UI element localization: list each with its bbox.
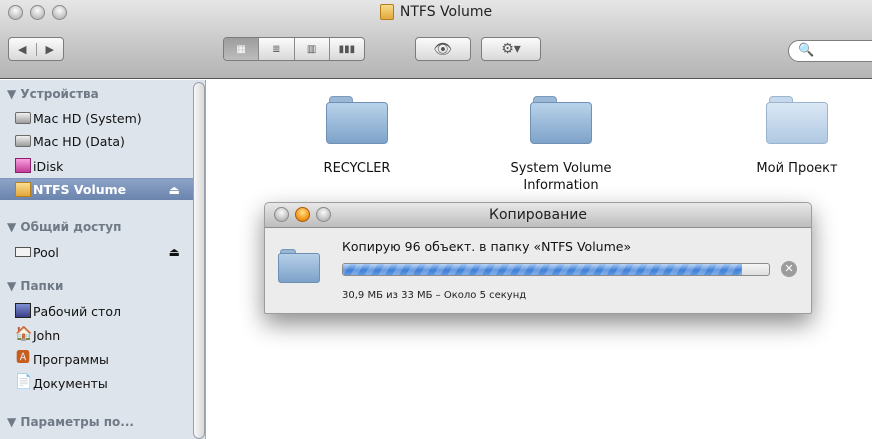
copy-message: Копирую 96 объект. в папку «NTFS Volume» xyxy=(342,239,632,254)
applications-icon: 🅰 xyxy=(16,350,30,366)
desktop-icon xyxy=(15,303,31,318)
sidebar-item-label: Mac HD (System) xyxy=(33,110,142,126)
sidebar-item-applications[interactable]: 🅰 Программы xyxy=(0,348,194,370)
eye-icon: 👁 xyxy=(433,40,453,58)
sidebar-item-label: Программы xyxy=(33,351,109,367)
copy-progress-bar xyxy=(342,263,770,276)
sidebar-section-devices[interactable]: ▼ Устройства xyxy=(7,87,99,101)
folder-icon xyxy=(766,96,828,144)
documents-icon: 📄 xyxy=(15,374,33,390)
folder-item-moi-proekt[interactable]: Мой Проект xyxy=(722,96,872,177)
folder-name: RECYCLER xyxy=(323,161,391,176)
copy-window-titlebar: Копирование xyxy=(265,203,811,228)
sidebar-section-search-for[interactable]: ▼ Параметры по... xyxy=(7,415,134,429)
hard-drive-icon xyxy=(15,135,31,147)
view-mode-buttons: ▦ ≣ ▥ ▮▮▮ xyxy=(223,37,365,61)
search-field[interactable]: 🔍 xyxy=(788,40,872,62)
hard-drive-icon xyxy=(15,112,31,124)
sidebar-item-label: John xyxy=(33,327,61,343)
sidebar-item-pool[interactable]: Pool ⏏ xyxy=(0,241,194,263)
sidebar-item-john[interactable]: 🏠 John xyxy=(0,324,194,346)
coverflow-view-button[interactable]: ▮▮▮ xyxy=(328,38,364,60)
quicklook-button[interactable]: 👁 xyxy=(415,37,471,61)
cancel-copy-button[interactable]: ✕ xyxy=(781,261,797,277)
minimize-window-button[interactable] xyxy=(295,207,310,222)
forward-button[interactable]: ▶ xyxy=(35,42,64,56)
ntfs-drive-icon xyxy=(15,182,31,197)
sidebar-item-mac-hd-data[interactable]: Mac HD (Data) xyxy=(0,130,194,152)
back-forward-buttons: ◀ ▶ xyxy=(8,37,64,61)
search-icon: 🔍 xyxy=(798,43,815,58)
idisk-icon xyxy=(15,158,31,173)
window-title-text: NTFS Volume xyxy=(399,4,493,20)
folder-icon xyxy=(326,96,388,144)
sidebar-item-label: Рабочий стол xyxy=(33,303,121,319)
copy-window-controls xyxy=(274,207,331,222)
ntfs-drive-icon xyxy=(379,4,394,20)
copy-progress-window: Копирование Копирую 96 объект. в папку «… xyxy=(264,202,812,314)
sidebar-item-desktop[interactable]: Рабочий стол xyxy=(0,300,194,322)
sidebar-item-idisk[interactable]: iDisk xyxy=(0,155,194,177)
sidebar-item-label: Pool xyxy=(33,244,59,260)
folder-name: Мой Проект xyxy=(756,161,838,176)
eject-icon[interactable]: ⏏ xyxy=(169,245,180,259)
toolbar: ◀ ▶ ▦ ≣ ▥ ▮▮▮ 👁 ⚙▾ 🔍 xyxy=(0,37,872,67)
sidebar-item-ntfs-volume[interactable]: NTFS Volume ⏏ xyxy=(0,178,194,200)
close-window-button[interactable] xyxy=(274,207,289,222)
icon-view-button[interactable]: ▦ xyxy=(224,38,259,60)
gear-icon: ⚙▾ xyxy=(501,41,521,57)
action-menu-button[interactable]: ⚙▾ xyxy=(481,37,541,61)
copy-progress-fill xyxy=(343,264,742,275)
sidebar-item-documents[interactable]: 📄 Документы xyxy=(0,372,194,394)
list-view-button[interactable]: ≣ xyxy=(258,38,293,60)
folder-icon xyxy=(530,96,592,144)
home-icon: 🏠 xyxy=(15,326,33,342)
sidebar-scrollbar[interactable] xyxy=(193,82,205,439)
folder-name: System Volume Information xyxy=(510,161,612,193)
sidebar-item-label: NTFS Volume xyxy=(33,182,127,197)
back-button[interactable]: ◀ xyxy=(9,43,36,56)
sidebar-section-shared[interactable]: ▼ Общий доступ xyxy=(7,220,121,234)
folder-item-recycler[interactable]: RECYCLER xyxy=(282,96,432,177)
window-chrome: NTFS Volume ◀ ▶ ▦ ≣ ▥ ▮▮▮ 👁 ⚙▾ 🔍 xyxy=(0,0,872,79)
sidebar: ▼ Устройства Mac HD (System) Mac HD (Dat… xyxy=(0,80,206,439)
network-icon xyxy=(15,247,31,257)
sidebar-section-folders[interactable]: ▼ Папки xyxy=(7,279,63,293)
sidebar-item-label: Mac HD (Data) xyxy=(33,133,125,149)
folder-icon xyxy=(278,249,320,283)
sidebar-item-label: iDisk xyxy=(33,158,64,174)
zoom-window-button[interactable] xyxy=(316,207,331,222)
sidebar-item-label: Документы xyxy=(33,375,108,391)
window-title: NTFS Volume xyxy=(0,4,872,20)
copy-window-title: Копирование xyxy=(489,207,587,223)
folder-item-system-volume-information[interactable]: System Volume Information xyxy=(486,96,636,194)
eject-icon[interactable]: ⏏ xyxy=(169,183,180,197)
copy-status: 30,9 МБ из 33 МБ – Около 5 секунд xyxy=(342,290,527,301)
sidebar-item-mac-hd-system[interactable]: Mac HD (System) xyxy=(0,107,194,129)
column-view-button[interactable]: ▥ xyxy=(293,38,329,60)
